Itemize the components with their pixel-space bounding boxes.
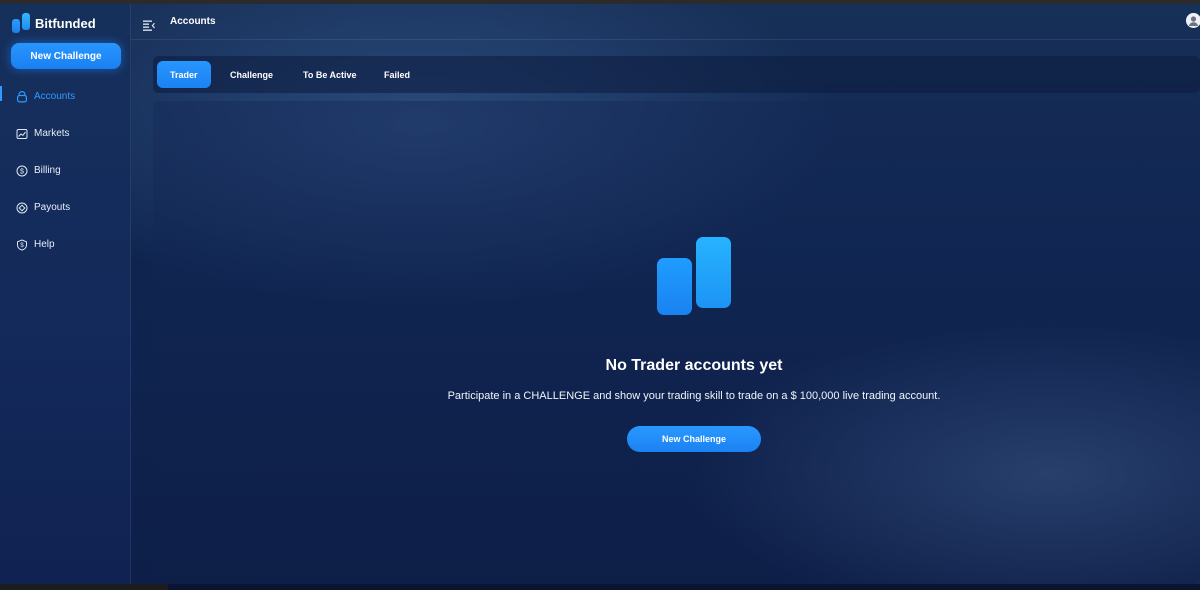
sidebar-item-label: Payouts <box>34 202 71 213</box>
shield-icon: $ <box>16 238 28 251</box>
sidebar-item-markets[interactable]: Markets <box>0 115 131 152</box>
empty-state-new-challenge-button[interactable]: New Challenge <box>627 426 761 452</box>
empty-state-title: No Trader accounts yet <box>605 357 783 374</box>
page-title: Accounts <box>170 16 216 27</box>
tab-failed[interactable]: Failed <box>371 61 423 88</box>
accounts-panel <box>153 101 1200 584</box>
payout-icon <box>16 202 28 214</box>
tab-to-be-active[interactable]: To Be Active <box>290 61 370 88</box>
tab-trader[interactable]: Trader <box>157 61 211 88</box>
sidebar-item-label: Accounts <box>34 91 76 102</box>
empty-state-description: Participate in a CHALLENGE and show your… <box>447 390 941 402</box>
top-header: Accounts <box>131 4 1200 40</box>
app-window: Bitfunded New Challenge Accounts Markets… <box>0 4 1200 584</box>
sidebar-item-label: Billing <box>34 165 61 176</box>
sidebar-nav: Accounts Markets $ Billing Payouts $ Hel… <box>0 78 131 263</box>
brand[interactable]: Bitfunded <box>12 13 96 33</box>
tab-challenge[interactable]: Challenge <box>217 61 286 88</box>
sidebar-item-billing[interactable]: $ Billing <box>0 152 131 189</box>
sidebar-item-payouts[interactable]: Payouts <box>0 189 131 226</box>
bitfunded-logo-icon <box>657 237 731 317</box>
svg-text:$: $ <box>20 243 24 249</box>
sidebar-item-label: Markets <box>34 128 70 139</box>
sidebar-item-accounts[interactable]: Accounts <box>0 78 131 115</box>
new-challenge-button[interactable]: New Challenge <box>11 43 121 69</box>
sidebar-item-label: Help <box>34 239 55 250</box>
brand-name: Bitfunded <box>35 15 96 31</box>
active-indicator <box>0 86 2 101</box>
sidebar: Bitfunded New Challenge Accounts Markets… <box>0 4 131 584</box>
window-bottom-border <box>0 584 1200 590</box>
user-avatar-icon[interactable] <box>1186 13 1200 28</box>
dollar-icon: $ <box>16 165 28 177</box>
bag-icon <box>16 90 28 103</box>
menu-icon[interactable] <box>143 16 155 31</box>
sidebar-item-help[interactable]: $ Help <box>0 226 131 263</box>
chart-icon <box>16 128 28 140</box>
account-tabs: Trader Challenge To Be Active Failed <box>153 56 1200 93</box>
bitfunded-logo-icon <box>12 13 31 33</box>
svg-text:$: $ <box>20 168 24 175</box>
